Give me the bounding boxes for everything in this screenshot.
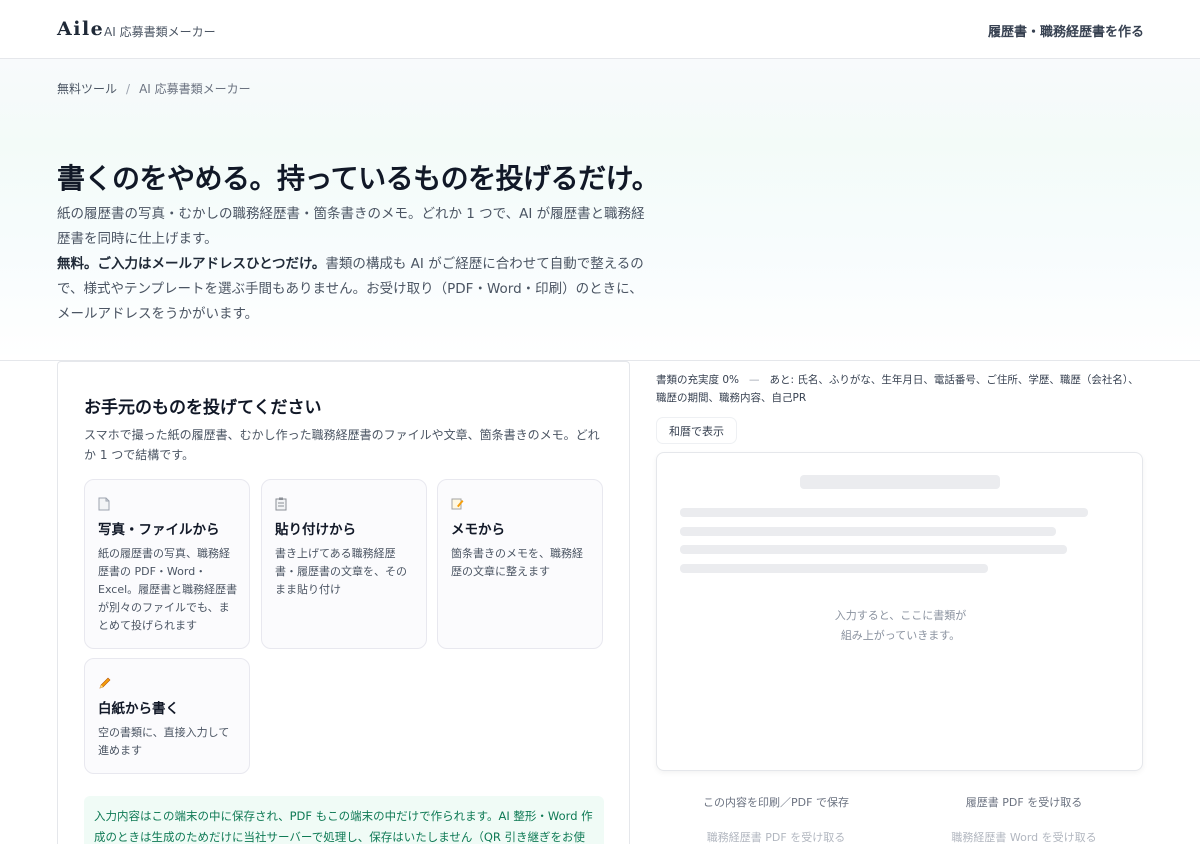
top-bar: Aile AI 応募書類メーカー 履歴書・職務経歴書を作る	[0, 0, 1200, 59]
privacy-notice: 入力内容はこの端末の中に保存され、PDF もこの端末の中だけで作られます。AI …	[84, 796, 604, 844]
cv-pdf-button[interactable]: 職務経歴書 PDF を受け取る	[656, 826, 896, 844]
option-title: 写真・ファイルから	[98, 522, 220, 538]
print-pdf-button[interactable]: この内容を印刷／PDF で保存	[656, 791, 896, 815]
input-card-description: スマホで撮った紙の履歴書、むかし作った職務経歴書のファイルや文章、箇条書きのメモ…	[84, 428, 600, 462]
skeleton-line	[680, 508, 1088, 517]
skeleton-line	[680, 545, 1067, 554]
japanese-era-toggle[interactable]: 和暦で表示	[656, 417, 737, 444]
option-blank[interactable]: 白紙から書く 空の書類に、直接入力して進めます	[84, 658, 250, 774]
skeleton-title	[800, 475, 1000, 489]
document-icon	[98, 497, 110, 514]
option-title: 貼り付けから	[275, 522, 356, 538]
skeleton-line	[680, 527, 1056, 536]
hero-lead: 紙の履歴書の写真・むかしの職務経歴書・箇条書きのメモ。どれか 1 つで、AI が…	[57, 206, 645, 247]
preview-column: 書類の充実度 0% — あと: 氏名、ふりがな、生年月日、電話番号、ご住所、学歴、職…	[656, 361, 1144, 844]
input-card-title: お手元のものを投げてください	[84, 398, 322, 418]
resume-pdf-button[interactable]: 履歴書 PDF を受け取る	[904, 791, 1144, 815]
completeness-label: 書類の充実度 0%	[656, 374, 739, 386]
option-title: メモから	[451, 522, 505, 538]
product-name: AI 応募書類メーカー	[104, 25, 216, 39]
input-card: お手元のものを投げてください スマホで撮った紙の履歴書、むかし作った職務経歴書の…	[57, 361, 630, 844]
placeholder-line: 組み上がっていきます。	[840, 629, 961, 642]
breadcrumb-root-link[interactable]: 無料ツール	[57, 82, 117, 96]
breadcrumb: 無料ツール / AI 応募書類メーカー	[57, 80, 251, 97]
memo-icon	[451, 497, 464, 513]
option-description: 紙の履歴書の写真、職務経歴書の PDF・Word・Excel。履歴書と職務経歴書…	[98, 547, 238, 632]
status-separator: —	[749, 374, 760, 386]
breadcrumb-current: AI 応募書類メーカー	[139, 82, 251, 96]
create-documents-link[interactable]: 履歴書・職務経歴書を作る	[988, 21, 1144, 40]
placeholder-line: 入力すると、ここに書類が	[834, 609, 967, 622]
option-photo-file[interactable]: 写真・ファイルから 紙の履歴書の写真、職務経歴書の PDF・Word・Excel…	[84, 479, 250, 649]
option-paste[interactable]: 貼り付けから 書き上げてある職務経歴書・履歴書の文章を、そのまま貼り付け	[261, 479, 427, 649]
option-title: 白紙から書く	[98, 701, 179, 717]
preview-placeholder: 入力すると、ここに書類が 組み上がっていきます。	[657, 606, 1144, 646]
logo[interactable]: Aile	[57, 18, 104, 40]
pencil-icon	[98, 676, 112, 693]
option-description: 空の書類に、直接入力して進めます	[98, 726, 230, 757]
clipboard-icon	[275, 497, 287, 514]
option-description: 箇条書きのメモを、職務経歴の文章に整えます	[451, 547, 583, 578]
action-buttons: この内容を印刷／PDF で保存 履歴書 PDF を受け取る 職務経歴書 PDF …	[656, 781, 1144, 844]
option-memo[interactable]: メモから 箇条書きのメモを、職務経歴の文章に整えます	[437, 479, 603, 649]
breadcrumb-separator: /	[126, 82, 131, 96]
hero-description: 紙の履歴書の写真・むかしの職務経歴書・箇条書きのメモ。どれか 1 つで、AI が…	[57, 202, 647, 327]
skeleton-line	[680, 564, 988, 573]
cv-word-button[interactable]: 職務経歴書 Word を受け取る	[904, 826, 1144, 844]
hero-emphasis: 無料。ご入力はメールアドレスひとつだけ。	[57, 256, 326, 272]
document-preview: 入力すると、ここに書類が 組み上がっていきます。	[656, 452, 1143, 771]
option-description: 書き上げてある職務経歴書・履歴書の文章を、そのまま貼り付け	[275, 547, 407, 596]
page-title: 書くのをやめる。持っているものを投げるだけ。	[57, 162, 660, 195]
completeness-status: 書類の充実度 0% — あと: 氏名、ふりがな、生年月日、電話番号、ご住所、学歴、職…	[656, 371, 1144, 407]
hero-section: 無料ツール / AI 応募書類メーカー 書くのをやめる。持っているものを投げるだけ。…	[0, 59, 1200, 361]
